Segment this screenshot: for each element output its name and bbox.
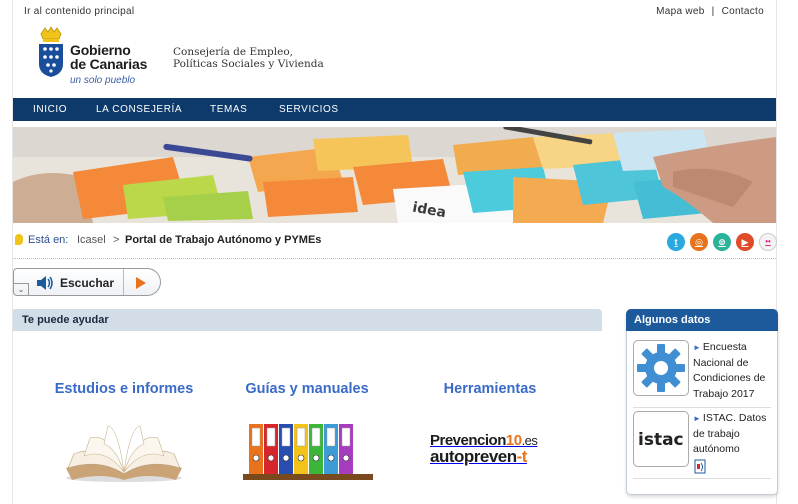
location-pin-icon [15, 234, 23, 245]
istac-text: ► ISTAC. Datos de trabajo autónomo [693, 411, 777, 475]
contact-link[interactable]: Contacto [722, 6, 764, 17]
encuesta-thumbnail[interactable] [633, 340, 689, 396]
listen-button[interactable]: ⌄ Escuchar [13, 268, 161, 296]
encuesta-link[interactable]: Encuesta Nacional de Condiciones de Trab… [693, 341, 765, 400]
sidebar-item-istac: istac ► ISTAC. Datos de trabajo autónomo [633, 411, 775, 477]
listen-divider [123, 269, 124, 295]
breadcrumb-current: Portal de Trabajo Autónomo y PYMEs [125, 234, 322, 246]
listen-label: Escuchar [60, 276, 115, 290]
play-icon[interactable] [136, 277, 146, 289]
header-banner-image: idea [13, 127, 776, 223]
breadcrumb-label: Está en: [28, 234, 69, 246]
gear-icon [637, 344, 685, 392]
page: Ir al contenido principal Mapa web | Conta… [12, 0, 778, 504]
main-navigation: INICIO LA CONSEJERÍA TEMAS SERVICIOS [13, 98, 776, 121]
sidebar-separator [633, 478, 771, 479]
studies-reports-link[interactable]: Estudios e informes [55, 381, 194, 397]
logo-line-2: de Canarias [70, 56, 148, 72]
help-column-studies: Estudios e informes [39, 380, 209, 398]
utility-links: Mapa web | Contacto [656, 6, 764, 17]
flickr-alt-icon[interactable]: ⊚ [713, 233, 731, 251]
help-section-header: Te puede ayudar [13, 309, 602, 331]
speaker-icon [37, 276, 53, 290]
breadcrumb-item-icasel[interactable]: Icasel [77, 234, 106, 246]
help-section-title: Te puede ayudar [22, 314, 109, 326]
gobierno-canarias-logo[interactable]: Gobierno de Canarias un solo pueblo [37, 26, 167, 88]
nav-item-inicio[interactable]: INICIO [33, 104, 67, 115]
sitemap-link[interactable]: Mapa web [656, 6, 705, 17]
nav-item-temas[interactable]: TEMAS [210, 104, 247, 115]
istac-link[interactable]: ISTAC. Datos de trabajo autónomo [693, 412, 766, 455]
department-line-2: Políticas Sociales y Vivienda [173, 58, 324, 70]
twitter-icon[interactable]: t [667, 233, 685, 251]
youtube-icon[interactable]: ▶ [736, 233, 754, 251]
sidebar-item-encuesta: ► Encuesta Nacional de Condiciones de Tra… [633, 340, 775, 406]
encuesta-text: ► Encuesta Nacional de Condiciones de Tra… [693, 340, 777, 402]
istac-logo-letters: istac [638, 430, 684, 450]
department-line-1: Consejería de Empleo, [173, 46, 294, 58]
autopreven-text: autopreven [430, 447, 517, 466]
sticky-notes-illustration: idea [13, 127, 776, 223]
binders-icon [243, 422, 373, 482]
help-column-tools: Herramientas [405, 380, 575, 398]
open-book-icon [66, 425, 182, 482]
sidebar-title: Algunos datos [634, 314, 711, 326]
autoprevent-brand: autopreven-t [430, 447, 560, 467]
utility-separator: | [711, 6, 715, 17]
listen-options-dropdown[interactable]: ⌄ [14, 283, 29, 296]
instagram-icon[interactable]: ◎ [690, 233, 708, 251]
document-icon[interactable] [693, 459, 709, 475]
sidebar-header: Algunos datos [626, 309, 778, 331]
tools-link[interactable]: Herramientas [444, 381, 537, 397]
nav-item-la-consejeria[interactable]: LA CONSEJERÍA [96, 104, 182, 115]
arrow-right-icon: ► [693, 343, 701, 352]
istac-logo-icon: istac [638, 430, 684, 450]
logo-motto: un solo pueblo [70, 75, 136, 86]
logo-wordmark: Gobierno de Canarias [70, 43, 147, 71]
prevencion-tld: .es [521, 433, 538, 448]
help-column-guides: Guías y manuales [222, 380, 392, 398]
data-sidebar: Algunos datos ► Encuesta Nacional de Con… [626, 309, 778, 495]
divider [13, 258, 776, 259]
department-name: Consejería de Empleo, Políticas Sociales… [173, 46, 324, 70]
arrow-right-icon: ► [693, 414, 701, 423]
sidebar-separator [633, 407, 771, 408]
istac-thumbnail[interactable]: istac [633, 411, 689, 467]
guides-manuals-link[interactable]: Guías y manuales [245, 381, 368, 397]
nav-item-servicios[interactable]: SERVICIOS [279, 104, 339, 115]
flickr-icon[interactable]: •• [759, 233, 777, 251]
skip-to-content-link[interactable]: Ir al contenido principal [24, 6, 134, 17]
prevencion10-logo[interactable]: Prevencion10.es autopreven-t [430, 432, 560, 467]
autopreven-suffix: -t [516, 447, 528, 466]
canarias-crest-icon [39, 26, 63, 77]
breadcrumb-separator: > [113, 234, 120, 246]
breadcrumb: Está en: Icasel > Portal de Trabajo Autó… [13, 233, 776, 253]
